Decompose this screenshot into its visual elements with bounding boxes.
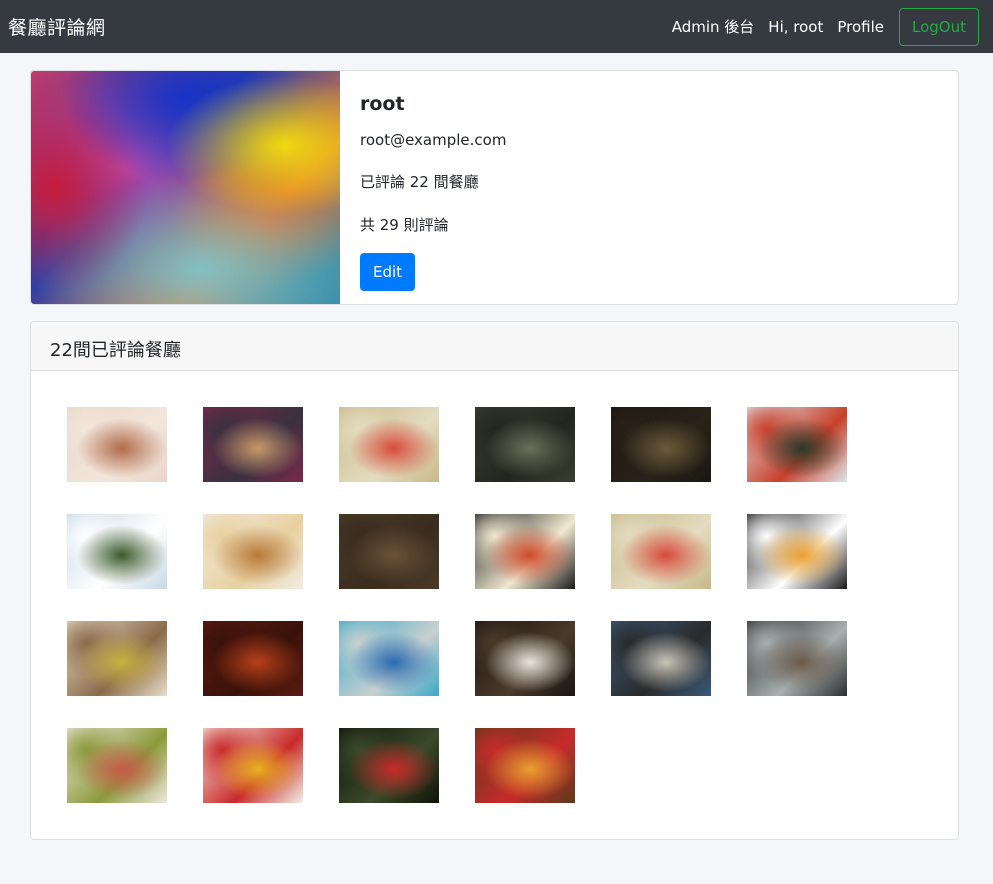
profile-email: root@example.com (360, 131, 507, 149)
restaurant-thumb-7[interactable] (67, 514, 167, 589)
restaurant-thumb-10[interactable] (475, 514, 575, 589)
admin-link[interactable]: Admin 後台 (672, 16, 755, 37)
restaurant-thumb-22[interactable] (475, 728, 575, 803)
total-comments-count: 共 29 則評論 (360, 216, 449, 234)
restaurant-thumb-13[interactable] (67, 621, 167, 696)
restaurant-thumb-2[interactable] (203, 407, 303, 482)
reviewed-restaurants-header: 22間已評論餐廳 (31, 322, 958, 371)
profile-link[interactable]: Profile (837, 18, 884, 36)
site-brand[interactable]: 餐廳評論網 (8, 13, 106, 40)
restaurant-thumb-14[interactable] (203, 621, 303, 696)
profile-body: root root@example.com 已評論 22 間餐廳 共 29 則評… (340, 71, 526, 304)
restaurant-thumb-1[interactable] (67, 407, 167, 482)
restaurant-thumb-19[interactable] (67, 728, 167, 803)
restaurant-thumb-3[interactable] (339, 407, 439, 482)
restaurant-thumb-8[interactable] (203, 514, 303, 589)
restaurant-thumb-5[interactable] (611, 407, 711, 482)
restaurant-thumb-12[interactable] (747, 514, 847, 589)
logout-button[interactable]: LogOut (899, 7, 979, 46)
profile-card: root root@example.com 已評論 22 間餐廳 共 29 則評… (30, 70, 959, 305)
restaurant-thumbnail-grid (31, 371, 958, 803)
restaurant-thumb-18[interactable] (747, 621, 847, 696)
restaurant-thumb-16[interactable] (475, 621, 575, 696)
avatar (31, 71, 340, 304)
restaurant-thumb-21[interactable] (339, 728, 439, 803)
restaurant-thumb-9[interactable] (339, 514, 439, 589)
edit-profile-button[interactable]: Edit (360, 253, 416, 291)
top-navbar: 餐廳評論網 Admin 後台 Hi, root Profile LogOut (0, 0, 993, 53)
restaurants-reviewed-count: 已評論 22 間餐廳 (360, 173, 479, 191)
profile-name: root (360, 93, 405, 115)
restaurant-thumb-11[interactable] (611, 514, 711, 589)
reviewed-restaurants-card: 22間已評論餐廳 (30, 321, 959, 840)
user-greeting[interactable]: Hi, root (768, 18, 823, 36)
nav-right: Admin 後台 Hi, root Profile LogOut (672, 7, 979, 46)
restaurant-thumb-17[interactable] (611, 621, 711, 696)
restaurant-thumb-6[interactable] (747, 407, 847, 482)
restaurant-thumb-20[interactable] (203, 728, 303, 803)
restaurant-thumb-4[interactable] (475, 407, 575, 482)
restaurant-thumb-15[interactable] (339, 621, 439, 696)
